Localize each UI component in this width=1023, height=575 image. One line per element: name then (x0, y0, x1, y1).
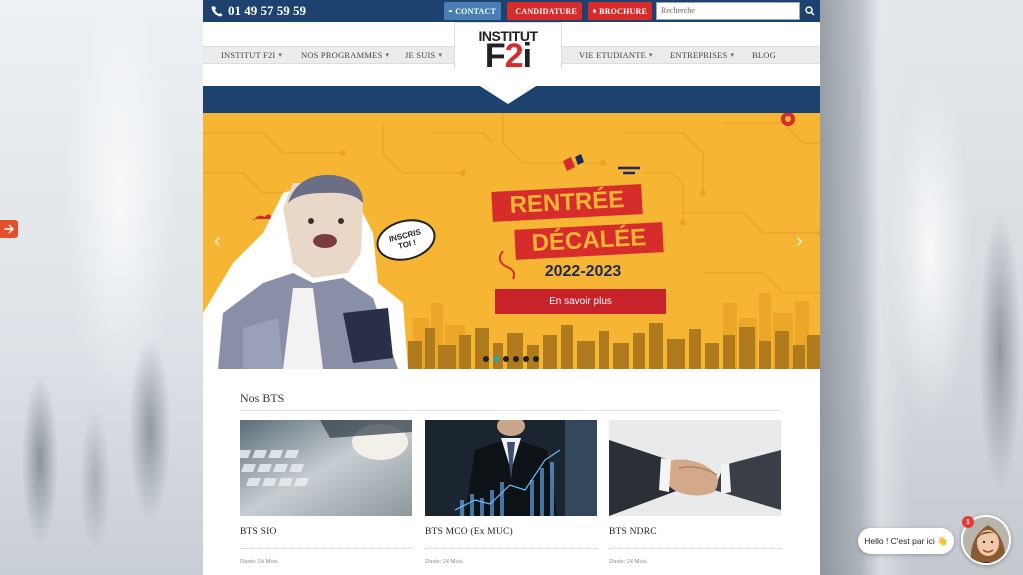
bts-card-mco[interactable]: BTS MCO (Ex MUC) Durée: 24 Mois (425, 420, 597, 575)
nav-item-blog[interactable]: BLOG (752, 50, 776, 60)
nav-item-label: INSTITUT F2I (221, 50, 276, 60)
slider-dot[interactable] (533, 356, 539, 362)
card-divider (425, 548, 597, 549)
card-divider (240, 548, 412, 549)
nav-item-label: ENTREPRISES (670, 50, 728, 60)
card-divider (609, 548, 781, 549)
nav-item-je-suis[interactable]: JE SUIS ▾ (405, 50, 442, 60)
phone-icon (211, 6, 223, 17)
nav-item-vie-etudiante[interactable]: VIE ETUDIANTE ▾ (579, 50, 653, 60)
bts-card-image-keyboard[interactable] (240, 420, 412, 516)
chevron-down-icon: ▾ (649, 51, 653, 59)
background-left (0, 0, 203, 575)
businessman-chart-image (425, 420, 597, 516)
handshake-image (609, 420, 781, 516)
top-bar: 01 49 57 59 59 CONTACT CANDIDATURE BROCH… (203, 0, 820, 22)
keyboard-image (240, 420, 412, 516)
hero-cta-button[interactable]: En savoir plus (495, 289, 666, 314)
logo-letter-f: F (484, 37, 506, 75)
brochure-button-label: BROCHURE (599, 6, 647, 16)
search-button[interactable] (800, 2, 820, 20)
chat-notification-badge: 1 (962, 516, 974, 528)
phone-number[interactable]: 01 49 57 59 59 (211, 3, 306, 19)
search-icon (805, 6, 815, 16)
bts-card-title[interactable]: BTS NDRC (609, 527, 657, 537)
contact-button-label: CONTACT (455, 6, 496, 16)
section-divider (240, 410, 781, 411)
slider-next-arrow[interactable]: › (796, 231, 808, 251)
student-illustration (203, 174, 408, 369)
site-logo[interactable]: INSTITUT F2i (454, 22, 562, 104)
slider-dot[interactable] (513, 356, 519, 362)
chevron-down-icon: ▾ (730, 51, 735, 59)
logo-number: 2 (504, 37, 524, 75)
bts-card-duration: Durée: 24 Mois (240, 559, 278, 565)
nav-item-label: JE SUIS (405, 50, 436, 60)
bts-card-ndrc[interactable]: BTS NDRC Durée: 24 Mois (609, 420, 781, 575)
brochure-button[interactable]: BROCHURE (588, 2, 652, 20)
chevron-down-icon: ▾ (385, 51, 390, 59)
bts-card-sio[interactable]: BTS SIO Durée: 24 Mois (240, 420, 412, 575)
logo-text-bottom: F2i (454, 39, 562, 73)
bts-card-duration: Durée: 24 Mois (609, 559, 647, 565)
contact-button[interactable]: CONTACT (444, 2, 501, 20)
candidature-button-label: CANDIDATURE (515, 6, 577, 16)
logo-letter-i: i (522, 37, 533, 75)
bts-card-title[interactable]: BTS SIO (240, 527, 277, 537)
bts-card-title[interactable]: BTS MCO (Ex MUC) (425, 527, 513, 537)
hero-year: 2022-2023 (544, 263, 622, 280)
candidature-button[interactable]: CANDIDATURE (507, 2, 582, 20)
page-container: 01 49 57 59 59 CONTACT CANDIDATURE BROCH… (203, 0, 820, 575)
section-title: Nos BTS (240, 391, 285, 405)
search-input[interactable]: Recherche (656, 2, 800, 20)
nav-item-label: BLOG (752, 50, 776, 60)
nav-item-label: VIE ETUDIANTE (579, 50, 647, 60)
background-right (820, 0, 1023, 575)
bts-card-image-business[interactable] (425, 420, 597, 516)
slider-dot[interactable] (483, 356, 489, 362)
hero-slider[interactable]: INSCRIS TOI ! RENTRÉE DÉCALÉE 2022-2023 … (203, 113, 820, 369)
arrow-right-icon (4, 224, 15, 234)
envelope-icon (449, 9, 453, 12)
chevron-down-icon: ▾ (278, 51, 283, 59)
nav-item-institut[interactable]: INSTITUT F2I ▾ (221, 50, 282, 60)
nav-item-programmes[interactable]: NOS PROGRAMMES ▾ (301, 50, 389, 60)
bts-card-duration: Durée: 24 Mois (425, 559, 463, 565)
slider-dot-active[interactable] (493, 356, 499, 362)
phone-number-text: 01 49 57 59 59 (228, 3, 306, 18)
slider-prev-arrow[interactable]: ‹ (214, 231, 226, 251)
slider-dots (483, 356, 539, 362)
pdf-file-icon (593, 9, 596, 13)
slider-dot[interactable] (523, 356, 529, 362)
side-tab-arrow-button[interactable] (0, 220, 18, 238)
speech-bubble-text: INSCRIS TOI ! (388, 227, 422, 251)
nav-item-label: NOS PROGRAMMES (301, 50, 383, 60)
nav-item-entreprises[interactable]: ENTREPRISES ▾ (670, 50, 734, 60)
bts-card-image-handshake[interactable] (609, 420, 781, 516)
chevron-down-icon: ▾ (438, 51, 443, 59)
slider-dot[interactable] (503, 356, 509, 362)
chat-greeting-bubble[interactable]: Hello ! C'est par ici 👋 (858, 528, 954, 554)
